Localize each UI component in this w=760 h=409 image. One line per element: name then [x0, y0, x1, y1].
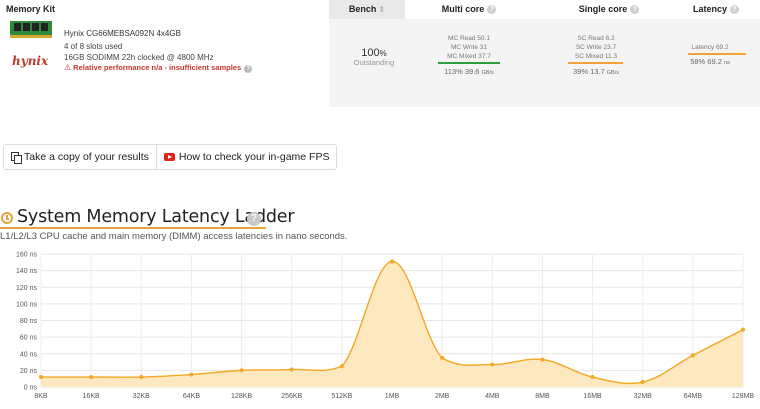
x-tick-label: 16MB — [583, 393, 602, 400]
single-core-header-label: Single core — [578, 4, 628, 14]
brand-logo: hynix — [12, 54, 49, 68]
help-icon[interactable]: ? — [630, 5, 640, 14]
x-tick-label: 2MB — [435, 393, 450, 400]
sc-write: SC Write 23.7 — [575, 44, 617, 51]
warning-icon: ⚠ — [64, 63, 72, 72]
sort-icon: ⇕ — [378, 5, 386, 14]
help-icon[interactable]: ? — [730, 5, 739, 14]
mc-read: MC Read 50.1 — [448, 35, 490, 42]
multi-core-result-value: 113% 39.6 — [444, 67, 480, 76]
warning-text: Relative performance n/a - insufficient … — [73, 63, 242, 72]
x-tick-label: 512KB — [331, 393, 352, 400]
data-point — [189, 372, 194, 377]
single-core-bar — [568, 62, 623, 64]
ingame-fps-button[interactable]: How to check your in-game FPS — [155, 145, 337, 169]
single-core-unit: GB/s — [606, 70, 620, 76]
copy-results-label: Take a copy of your results — [24, 151, 149, 163]
ram-module-image — [10, 21, 52, 38]
mc-write: MC Write 31 — [451, 44, 487, 51]
single-core-result-value: 39% 13.7 — [572, 67, 605, 76]
x-tick-label: 8MB — [535, 393, 550, 400]
data-point — [390, 259, 394, 264]
latency-bar — [688, 53, 746, 55]
kit-slots-text: 4 of 8 slots used — [64, 42, 123, 51]
data-point — [239, 368, 244, 373]
x-tick-label: 32MB — [634, 393, 653, 400]
data-point — [339, 364, 344, 369]
column-header-multi-core[interactable]: Multi core? — [420, 0, 518, 19]
data-point — [540, 357, 545, 362]
x-tick-label: 128MB — [732, 393, 755, 400]
x-tick-label: 64KB — [183, 393, 200, 400]
data-point — [741, 327, 745, 332]
x-tick-label: 16KB — [83, 393, 100, 400]
x-tick-label: 1MB — [385, 393, 400, 400]
latency-result: 58% 69.2 ns — [672, 57, 748, 66]
latency-result-value: 58% 69.2 — [690, 57, 722, 66]
y-tick-label: 0 ns — [24, 385, 38, 392]
help-icon[interactable]: ? — [487, 5, 497, 14]
multi-core-result: 113% 39.6 GB/s — [420, 67, 518, 76]
action-button-group: Take a copy of your results How to check… — [3, 144, 338, 170]
data-point — [590, 375, 595, 380]
youtube-icon — [163, 153, 175, 161]
y-tick-label: 60 ns — [20, 335, 38, 342]
latency-unit: ns — [723, 60, 730, 66]
help-icon[interactable]: ? — [244, 65, 253, 73]
data-point — [89, 375, 94, 380]
bench-rating: Outstanding — [353, 58, 395, 67]
section-title-underline — [0, 227, 266, 229]
data-point — [139, 375, 144, 380]
multi-core-unit: GB/s — [481, 70, 494, 76]
data-point — [640, 380, 645, 385]
x-tick-label: 64MB — [684, 393, 703, 400]
data-point — [289, 367, 294, 372]
y-tick-label: 40 ns — [20, 351, 38, 358]
y-tick-label: 160 ns — [16, 252, 38, 259]
mc-mixed: MC Mixed 37.7 — [447, 53, 491, 60]
y-tick-label: 20 ns — [20, 368, 38, 375]
latency-area-fill — [41, 261, 743, 387]
latency-ladder-chart: 0 ns 20 ns 40 ns 60 ns 80 ns 100 ns 120 ns 140 … — [16, 252, 755, 401]
bench-percent-sign: % — [379, 49, 387, 58]
data-point — [39, 375, 43, 380]
multi-core-header-label: Multi core — [441, 4, 485, 14]
column-header-latency[interactable]: Latency? — [672, 0, 760, 19]
memory-table-header: Memory Kit Bench ⇕ Multi core? Single cor… — [0, 0, 760, 19]
sc-mixed: SC Mixed 11.3 — [574, 53, 618, 60]
data-point — [690, 353, 695, 358]
copy-results-button[interactable]: Take a copy of your results — [4, 145, 156, 169]
x-tick-label: 8KB — [34, 393, 48, 400]
section-description: L1/L2/L3 CPU cache and main memory (DIMM… — [0, 231, 348, 242]
x-tick-label: 32KB — [133, 393, 150, 400]
bench-header-label: Bench — [348, 4, 377, 14]
data-point — [440, 355, 445, 360]
help-icon[interactable]: ? — [247, 212, 261, 226]
kit-spec-text: 16GB SODIMM 22h clocked @ 4800 MHz — [64, 53, 214, 62]
kit-name-link[interactable]: Hynix CG66MEBSA092N 4x4GB — [64, 29, 181, 38]
ingame-fps-label: How to check your in-game FPS — [178, 151, 330, 163]
y-tick-label: 120 ns — [16, 285, 38, 292]
x-tick-label: 256KB — [281, 393, 302, 400]
single-core-result: 39% 13.7 GB/s — [547, 67, 645, 76]
y-tick-label: 100 ns — [16, 301, 38, 308]
copy-icon — [11, 152, 22, 164]
clock-icon — [1, 212, 13, 224]
column-header-bench[interactable]: Bench ⇕ — [329, 0, 405, 19]
column-header-memory-kit[interactable]: Memory Kit — [6, 0, 55, 19]
latency-header-label: Latency — [692, 4, 727, 14]
x-tick-label: 4MB — [485, 393, 500, 400]
sc-read: SC Read 6.2 — [577, 35, 615, 42]
data-point — [490, 362, 495, 367]
y-tick-label: 140 ns — [16, 268, 38, 275]
x-tick-label: 128KB — [231, 393, 252, 400]
latency-value: Latency 69.2 — [691, 44, 729, 51]
multi-core-bar — [438, 62, 500, 64]
y-tick-label: 80 ns — [20, 318, 38, 325]
insufficient-samples-warning: ⚠ Relative performance n/a - insufficient… — [64, 63, 253, 73]
column-header-single-core[interactable]: Single core? — [560, 0, 658, 19]
